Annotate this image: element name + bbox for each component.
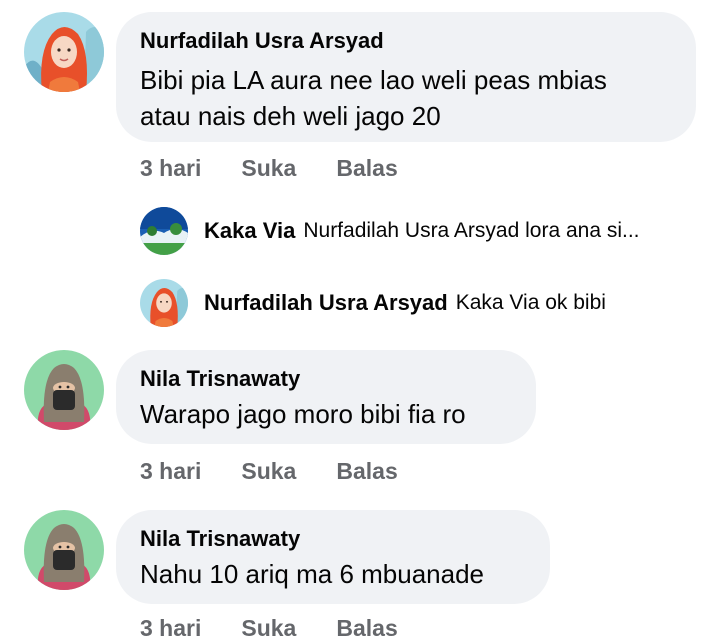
reply-item: Nurfadilah Usra Arsyad Kaka Via ok bibi [204,290,606,316]
reply-text[interactable]: Kaka Via ok bibi [456,291,606,315]
like-button[interactable]: Suka [241,615,296,642]
comment-author[interactable]: Nurfadilah Usra Arsyad [140,28,384,54]
like-button[interactable]: Suka [241,458,296,485]
reply-author[interactable]: Nurfadilah Usra Arsyad [204,290,448,316]
reply-button[interactable]: Balas [336,615,397,642]
landscape-avatar-icon [140,207,188,255]
comment-bubble: Nurfadilah Usra Arsyad Bibi pia LA aura … [116,12,696,142]
avatar-nila[interactable] [24,510,104,590]
comment-author[interactable]: Nila Trisnawaty [140,526,300,552]
comment-time[interactable]: 3 hari [140,155,201,182]
comment-text-line: atau nais deh weli jago 20 [140,101,441,131]
hijab-woman-avatar-icon [140,279,188,327]
comment-text-line: Bibi pia LA aura nee lao weli peas mbias [140,65,607,95]
comment-text: Nahu 10 ariq ma 6 mbuanade [140,559,485,589]
comment-bubble: Nila Trisnawaty Nahu 10 ariq ma 6 mbuana… [116,510,550,604]
comment-time[interactable]: 3 hari [140,458,201,485]
comment-actions: 3 hari Suka Balas [140,155,398,182]
comment-actions: 3 hari Suka Balas [140,458,398,485]
hijab-woman-avatar-icon [24,12,104,92]
avatar-kaka-via[interactable] [140,207,188,255]
niqab-woman-avatar-icon [24,350,104,430]
reply-author[interactable]: Kaka Via [204,218,295,244]
niqab-woman-avatar-icon [24,510,104,590]
avatar-nurfadilah[interactable] [24,12,104,92]
comment-text: Bibi pia LA aura nee lao weli peas mbias… [140,62,607,134]
like-button[interactable]: Suka [241,155,296,182]
avatar-nurfadilah-small[interactable] [140,279,188,327]
reply-text[interactable]: Nurfadilah Usra Arsyad lora ana si... [303,219,639,243]
comment-author[interactable]: Nila Trisnawaty [140,366,300,392]
comment-bubble: Nila Trisnawaty Warapo jago moro bibi fi… [116,350,536,444]
comment-text: Warapo jago moro bibi fia ro [140,399,466,429]
reply-button[interactable]: Balas [336,155,397,182]
reply-button[interactable]: Balas [336,458,397,485]
avatar-nila[interactable] [24,350,104,430]
comment-actions: 3 hari Suka Balas [140,615,398,642]
comment-time[interactable]: 3 hari [140,615,201,642]
reply-item: Kaka Via Nurfadilah Usra Arsyad lora ana… [204,218,640,244]
